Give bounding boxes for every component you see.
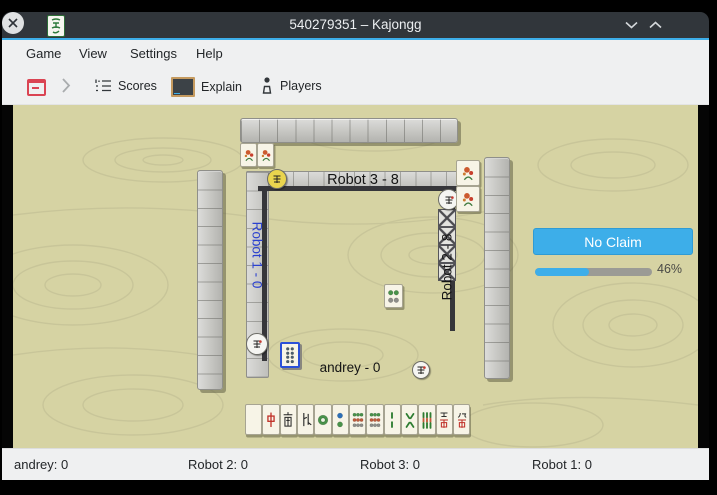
- wind-disc-east: [267, 169, 287, 189]
- meld-tile-flower: [456, 186, 480, 212]
- minimize-icon[interactable]: [621, 12, 641, 38]
- hidden-tile: [438, 209, 456, 227]
- menubar: Game View Settings Help: [2, 40, 709, 68]
- explain-button[interactable]: Explain: [171, 77, 242, 97]
- players-button[interactable]: Players: [260, 76, 322, 95]
- scores-label: Scores: [118, 79, 157, 93]
- meld-tile-flower: [257, 143, 274, 167]
- andrey-label: andrey - 0: [290, 360, 410, 375]
- robot2-flower-meld: [456, 160, 480, 212]
- player-hand: [245, 404, 470, 435]
- menu-game[interactable]: Game: [26, 40, 61, 68]
- menu-view[interactable]: View: [79, 40, 107, 68]
- titlebar[interactable]: 540279351 – Kajongg: [2, 12, 709, 38]
- menu-settings[interactable]: Settings: [130, 40, 177, 68]
- discard-tile: [384, 284, 403, 308]
- next-button[interactable]: [61, 78, 71, 93]
- toolbar: Scores Explain Players: [2, 68, 709, 105]
- wood-grain-texture: [13, 105, 698, 448]
- player-icon: [260, 76, 274, 95]
- no-claim-button[interactable]: No Claim: [533, 228, 693, 255]
- scores-icon: [94, 77, 112, 94]
- game-viewport: Robot 3 - 8 Robot 1 - 0 Robot 2 - 8 andr…: [2, 105, 709, 448]
- hand-tile-bamboo-8[interactable]: [401, 404, 418, 435]
- claim-timer-percent: 46%: [657, 262, 682, 276]
- hand-tile-circle-2[interactable]: [332, 404, 349, 435]
- robot3-flower-meld: [240, 143, 274, 167]
- wall-top: [240, 118, 458, 143]
- players-label: Players: [280, 79, 322, 93]
- wall-right: [484, 157, 510, 379]
- hand-tile-character-9[interactable]: [453, 404, 470, 435]
- explain-label: Explain: [201, 80, 242, 94]
- hand-tile-circle-9[interactable]: [366, 404, 383, 435]
- hand-tile-blank[interactable]: [245, 404, 262, 435]
- hand-tile-bamboo-9[interactable]: [418, 404, 435, 435]
- hand-tile-wind-north[interactable]: [297, 404, 314, 435]
- meld-tile-flower: [240, 143, 257, 167]
- wind-disc-west: [246, 333, 268, 355]
- status-robot2: Robot 2: 0: [188, 449, 248, 480]
- hand-tile-circle-1[interactable]: [314, 404, 331, 435]
- robot2-label: Robot 2 - 8: [440, 234, 455, 301]
- hand-tile-circle-9[interactable]: [349, 404, 366, 435]
- meld-tile-flower: [456, 160, 480, 186]
- status-robot1: Robot 1: 0: [532, 449, 592, 480]
- wall-left: [197, 170, 223, 390]
- abort-game-button[interactable]: [27, 79, 46, 96]
- status-robot3: Robot 3: 0: [360, 449, 420, 480]
- status-andrey: andrey: 0: [14, 449, 68, 480]
- maximize-icon[interactable]: [645, 12, 665, 38]
- statusbar: andrey: 0 Robot 2: 0 Robot 3: 0 Robot 1:…: [2, 448, 709, 480]
- hand-tile-dragon-red[interactable]: [262, 404, 279, 435]
- robot1-label: Robot 1 - 0: [250, 222, 265, 289]
- wind-disc-north: [412, 361, 430, 379]
- scores-button[interactable]: Scores: [94, 77, 157, 94]
- abort-game-icon: [27, 79, 46, 96]
- blackboard-icon: [171, 77, 195, 97]
- game-table: Robot 3 - 8 Robot 1 - 0 Robot 2 - 8 andr…: [13, 105, 698, 448]
- menu-help[interactable]: Help: [196, 40, 223, 68]
- window-title: 540279351 – Kajongg: [2, 12, 709, 38]
- hand-tile-wind-south[interactable]: [280, 404, 297, 435]
- robot3-label: Robot 3 - 8: [293, 172, 433, 188]
- hand-tile-character-5[interactable]: [436, 404, 453, 435]
- hand-tile-bamboo-2[interactable]: [384, 404, 401, 435]
- claim-timer-progressbar: [535, 268, 652, 276]
- kajongg-window: 540279351 – Kajongg Game View Settings H…: [2, 12, 709, 480]
